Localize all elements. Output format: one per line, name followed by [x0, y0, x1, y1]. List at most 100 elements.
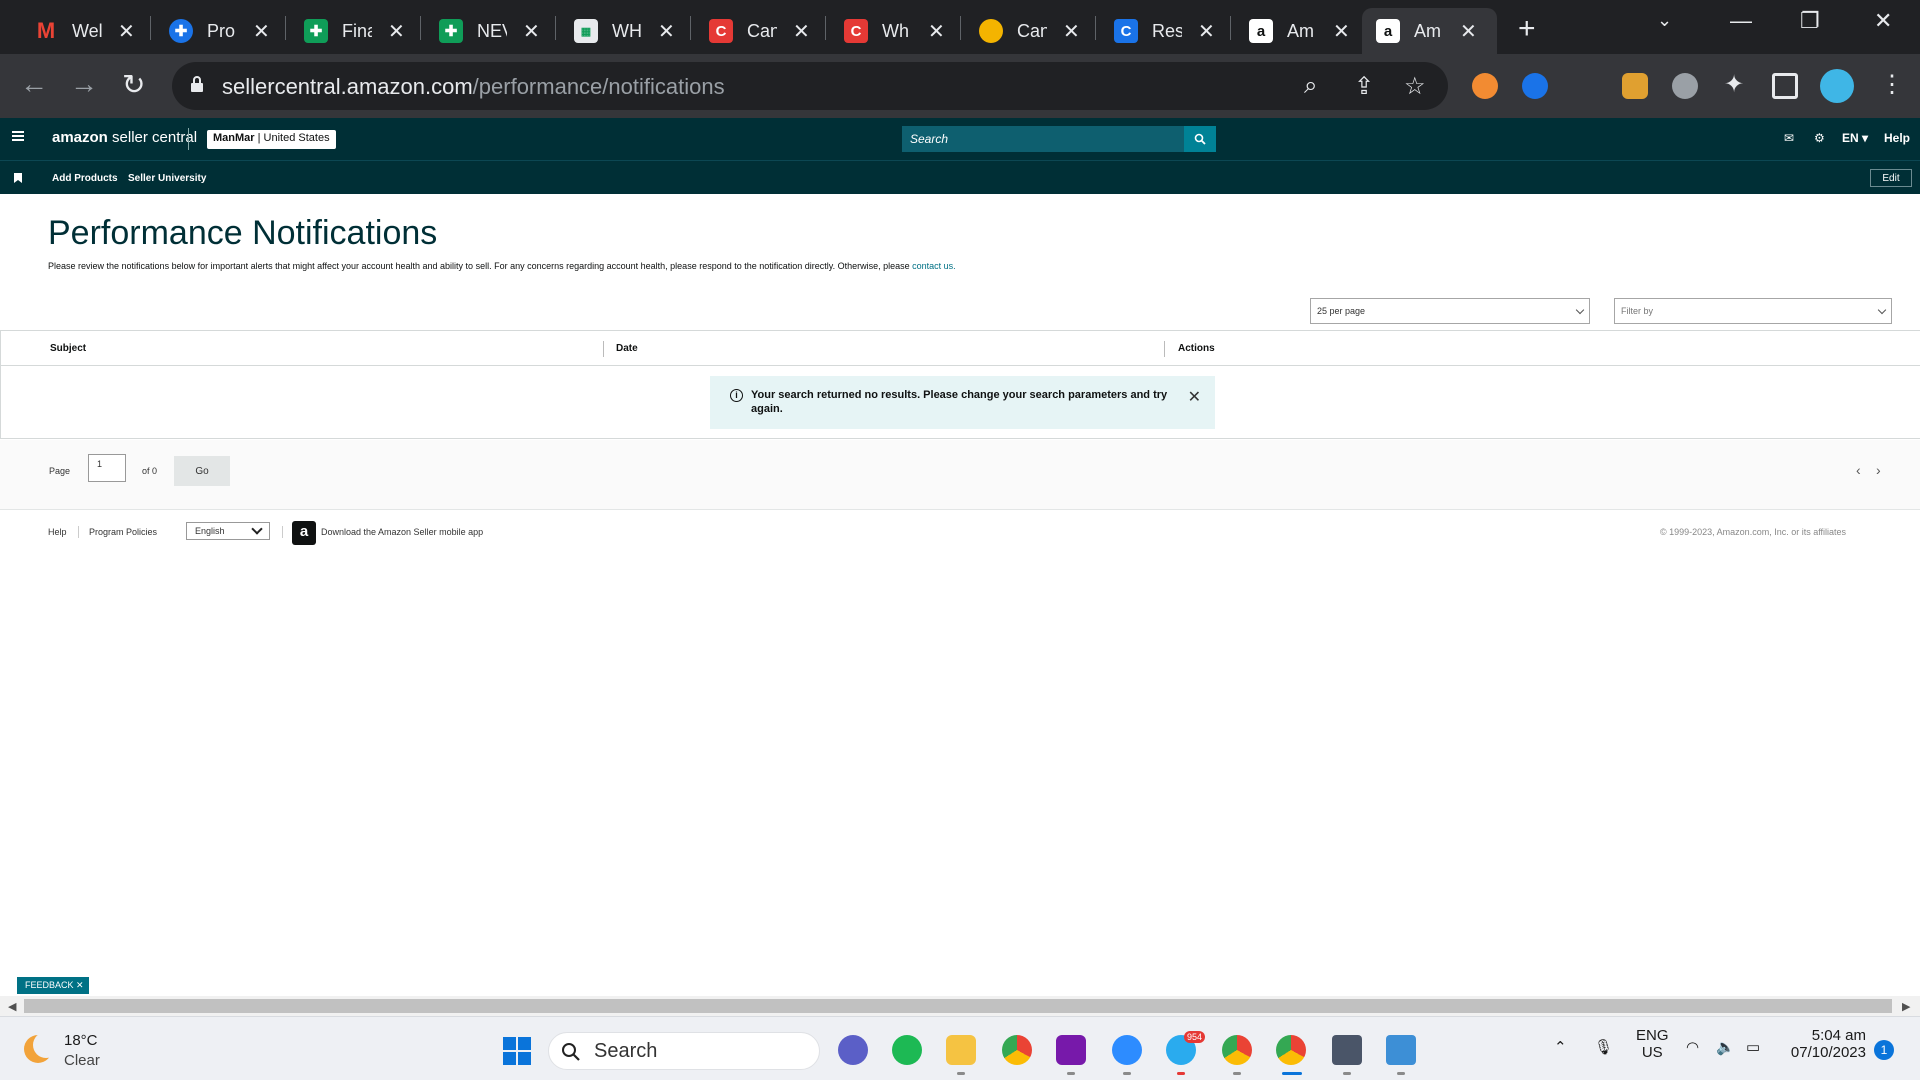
browser-tab[interactable]: C Wh ✕ [830, 8, 955, 54]
scroll-right-icon[interactable]: ▶ [1902, 1000, 1910, 1013]
close-tab-icon[interactable]: ✕ [523, 19, 540, 44]
download-app-link[interactable]: Download the Amazon Seller mobile app [321, 527, 483, 537]
weather-condition[interactable]: Clear [64, 1052, 100, 1069]
gear-icon[interactable]: ⚙ [1814, 131, 1825, 145]
footer-help-link[interactable]: Help [48, 527, 67, 537]
amazon-app-icon[interactable]: a [292, 521, 316, 545]
file-explorer-icon[interactable] [946, 1035, 976, 1065]
footer-language-select[interactable]: English [186, 522, 270, 540]
contact-us-link[interactable]: contact us. [912, 261, 956, 271]
close-tab-icon[interactable]: ✕ [793, 19, 810, 44]
close-tab-icon[interactable]: ✕ [118, 19, 135, 44]
battery-icon[interactable]: ▭ [1746, 1038, 1760, 1056]
help-link[interactable]: Help [1884, 131, 1910, 145]
zoom-icon[interactable]: ⌕ [1304, 72, 1317, 100]
search-button[interactable] [1184, 126, 1216, 152]
menu-dots-icon[interactable]: ⋮ [1880, 70, 1904, 99]
close-tab-icon[interactable]: ✕ [1198, 19, 1215, 44]
browser-tab[interactable]: ✚ Pro ✕ [155, 8, 280, 54]
seller-university-link[interactable]: Seller University [128, 173, 206, 184]
browser-tab[interactable]: a Am ✕ [1235, 8, 1360, 54]
zoom-app-icon[interactable] [1112, 1035, 1142, 1065]
browser-tab[interactable]: ✚ Fina ✕ [290, 8, 415, 54]
browser-tab[interactable]: C Can ✕ [695, 8, 820, 54]
share-icon[interactable]: ⇪ [1354, 72, 1374, 101]
close-tab-icon[interactable]: ✕ [1063, 19, 1080, 44]
per-page-select[interactable]: 25 per page [1310, 298, 1590, 324]
column-date[interactable]: Date [616, 343, 638, 354]
hamburger-menu-icon[interactable] [12, 131, 24, 141]
forward-icon[interactable]: → [70, 68, 98, 100]
clock[interactable]: 5:04 am 07/10/2023 [1780, 1027, 1866, 1061]
browser-tab[interactable]: ✚ NEV ✕ [425, 8, 550, 54]
puzzle-icon[interactable]: ✦ [1724, 70, 1744, 99]
microphone-icon[interactable]: 🎙 [1594, 1038, 1613, 1056]
extension-icon[interactable] [1572, 73, 1598, 99]
wifi-icon[interactable]: ◠ [1686, 1038, 1699, 1056]
feedback-tab[interactable]: FEEDBACK ✕ [17, 977, 89, 994]
close-tab-icon[interactable]: ✕ [1460, 19, 1477, 44]
spotify-icon[interactable] [892, 1035, 922, 1065]
bookmark-icon[interactable] [14, 173, 22, 183]
close-tab-icon[interactable]: ✕ [928, 19, 945, 44]
browser-tab[interactable]: C Res ✕ [1100, 8, 1225, 54]
globe-icon[interactable] [1672, 73, 1698, 99]
moon-icon[interactable] [24, 1032, 59, 1063]
close-icon[interactable]: ✕ [1188, 387, 1201, 407]
extension-icon[interactable] [1522, 73, 1548, 99]
volume-icon[interactable]: 🔈 [1716, 1038, 1735, 1056]
chrome-icon[interactable] [1002, 1035, 1032, 1065]
scroll-left-icon[interactable]: ◀ [8, 1000, 16, 1013]
teams-chat-icon[interactable] [838, 1035, 868, 1065]
browser-tab-active[interactable]: a Am ✕ [1362, 8, 1497, 54]
edit-button[interactable]: Edit [1870, 169, 1912, 187]
notepad-icon[interactable] [1386, 1035, 1416, 1065]
horizontal-scrollbar[interactable]: ◀ ▶ [0, 996, 1920, 1016]
filter-select[interactable]: Filter by [1614, 298, 1892, 324]
browser-tab[interactable]: M Wel ✕ [20, 8, 145, 54]
new-tab-icon[interactable]: + [1518, 12, 1536, 46]
chrome-active-icon[interactable] [1276, 1035, 1306, 1065]
page-number-input[interactable] [88, 454, 126, 482]
add-products-link[interactable]: Add Products [52, 173, 118, 184]
windows-start-icon[interactable] [503, 1037, 531, 1065]
extension-icon[interactable] [1472, 73, 1498, 99]
profile-avatar[interactable] [1820, 69, 1854, 103]
taskbar-search[interactable] [548, 1032, 820, 1070]
side-panel-icon[interactable] [1772, 73, 1798, 99]
calculator-icon[interactable] [1332, 1035, 1362, 1065]
tab-search-icon[interactable]: ⌄ [1657, 10, 1672, 31]
input-language[interactable]: ENG US [1636, 1027, 1669, 1061]
bookmark-star-icon[interactable]: ☆ [1404, 72, 1426, 101]
close-tab-icon[interactable]: ✕ [388, 19, 405, 44]
go-button[interactable]: Go [174, 456, 230, 486]
mail-icon[interactable]: ✉ [1784, 131, 1794, 145]
taskbar-search-label: Search [594, 1040, 658, 1062]
chevron-right-icon[interactable]: › [1876, 462, 1881, 478]
minimize-icon[interactable]: — [1730, 8, 1752, 34]
seller-central-logo[interactable]: amazon seller central [52, 129, 197, 146]
close-tab-icon[interactable]: ✕ [253, 19, 270, 44]
language-selector[interactable]: EN ▾ [1842, 131, 1868, 145]
restore-icon[interactable]: ❐ [1800, 8, 1820, 34]
program-policies-link[interactable]: Program Policies [89, 527, 157, 537]
tray-chevron-icon[interactable]: ⌃ [1554, 1038, 1567, 1056]
search-input[interactable] [902, 126, 1184, 152]
browser-tab[interactable]: ▦ WH ✕ [560, 8, 685, 54]
onenote-icon[interactable] [1056, 1035, 1086, 1065]
address-bar[interactable]: sellercentral.amazon.com/performance/not… [172, 62, 1448, 110]
chrome-profile-icon[interactable] [1222, 1035, 1252, 1065]
chevron-left-icon[interactable]: ‹ [1856, 462, 1861, 478]
weather-temp[interactable]: 18°C [64, 1032, 98, 1049]
extension-icon[interactable] [1622, 73, 1648, 99]
notification-badge[interactable]: 1 [1874, 1040, 1894, 1060]
store-switcher[interactable]: ManMar | United States [207, 130, 336, 149]
back-icon[interactable]: ← [20, 68, 48, 100]
column-subject[interactable]: Subject [50, 343, 86, 354]
reload-icon[interactable]: ↻ [122, 68, 145, 101]
close-tab-icon[interactable]: ✕ [658, 19, 675, 44]
browser-tab[interactable]: Can ✕ [965, 8, 1090, 54]
close-tab-icon[interactable]: ✕ [1333, 19, 1350, 44]
close-window-icon[interactable]: ✕ [1874, 8, 1892, 34]
scroll-thumb[interactable] [24, 999, 1892, 1013]
